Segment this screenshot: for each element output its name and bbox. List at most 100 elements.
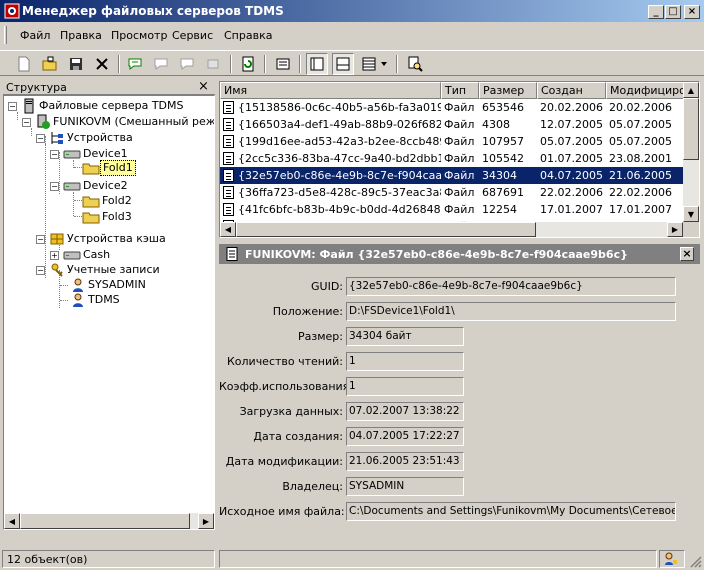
add-comment-icon[interactable] — [124, 53, 146, 75]
column-header-created[interactable]: Создан — [537, 82, 606, 99]
column-header-modified[interactable]: Модифицирова — [606, 82, 685, 99]
app-icon — [4, 3, 20, 19]
list-hscrollbar[interactable]: ◀ ▶ — [220, 222, 683, 237]
maximize-button[interactable]: □ — [665, 5, 681, 19]
file-list[interactable]: Имя Тип Размер Создан Модифицирова {1513… — [219, 81, 700, 238]
collapse-icon[interactable]: − — [36, 265, 45, 275]
tree-node-device2[interactable]: − Device2 — [50, 178, 130, 194]
file-icon — [223, 169, 234, 182]
new-icon[interactable] — [13, 53, 35, 75]
column-header-name[interactable]: Имя — [220, 82, 441, 99]
table-cell: Файл — [444, 135, 475, 148]
collapse-icon[interactable]: − — [36, 133, 45, 143]
status-bar: 12 объект(ов) — [0, 548, 704, 570]
table-row[interactable]: {2cc5c336-83ba-47cc-9a40-bd2dbb1f10e0}Фа… — [220, 150, 685, 167]
tree-node-tdms[interactable]: TDMS — [70, 292, 122, 308]
table-row[interactable]: {199d16ee-ad53-42a3-b2ee-8ccb489a0358}Фа… — [220, 133, 685, 150]
menu-view[interactable]: Просмотр — [111, 29, 167, 42]
column-header-type[interactable]: Тип — [441, 82, 479, 99]
scroll-thumb[interactable] — [20, 513, 190, 529]
table-cell: {36ffa723-d5e8-428c-89c5-37eac3a87020} — [238, 186, 441, 199]
tree-node-root[interactable]: − Файловые сервера TDMS — [8, 98, 185, 114]
expand-icon[interactable]: + — [50, 250, 59, 260]
field-label: Загрузка данных: — [239, 405, 343, 418]
table-row[interactable]: {32e57eb0-c86e-4e9b-8c7e-f904caae9b6c}Фа… — [220, 167, 685, 184]
field-value: SYSADMIN — [346, 477, 464, 496]
devices-icon — [51, 132, 63, 144]
table-cell: 20.02.2006 — [540, 101, 603, 114]
collapse-icon[interactable]: − — [8, 101, 17, 111]
menu-edit[interactable]: Правка — [60, 29, 102, 42]
table-row[interactable]: {15138586-0c6c-40b5-a56b-fa3a019bbd2f}Фа… — [220, 99, 685, 116]
detail-close-icon[interactable]: × — [680, 247, 694, 261]
detail-panel-toggle-icon[interactable] — [332, 53, 354, 75]
field-value: D:\FSDevice1\Fold1\ — [346, 302, 676, 321]
tree-node-fold2[interactable]: Fold2 — [82, 193, 134, 209]
field-value: 1 — [346, 352, 464, 371]
scroll-right-icon[interactable]: ▶ — [667, 222, 683, 237]
table-cell: 4308 — [482, 118, 510, 131]
tree-node-label: FUNIKOVM (Смешанный режим) — [53, 115, 215, 128]
field-value: 34304 байт — [346, 327, 464, 346]
file-icon — [223, 152, 234, 165]
column-header-size[interactable]: Размер — [479, 82, 537, 99]
title-bar: Менеджер файловых серверов TDMS _ □ × — [0, 0, 704, 22]
scroll-thumb[interactable] — [683, 98, 699, 160]
drive-icon — [63, 182, 81, 191]
collapse-icon[interactable]: − — [22, 117, 31, 127]
view-mode-icon[interactable] — [358, 53, 380, 75]
table-cell: 05.07.2005 — [609, 135, 672, 148]
scroll-down-icon[interactable]: ▼ — [683, 206, 699, 222]
table-cell: 34304 — [482, 169, 517, 182]
table-row[interactable]: {41fc6bfc-b83b-4b9c-b0dd-4d2684833af0}Фа… — [220, 201, 685, 218]
menu-grip[interactable] — [4, 26, 7, 44]
detail-panel: FUNIKOVM: Файл {32e57eb0-c86e-4e9b-8c7e-… — [219, 244, 700, 528]
scroll-up-icon[interactable]: ▲ — [683, 82, 699, 98]
window-title: Менеджер файловых серверов TDMS — [22, 4, 284, 18]
collapse-icon[interactable]: − — [36, 234, 45, 244]
tree-node-devices[interactable]: − Устройства — [36, 130, 135, 146]
save-icon[interactable] — [65, 53, 87, 75]
scroll-right-icon[interactable]: ▶ — [198, 513, 214, 529]
scroll-left-icon[interactable]: ◀ — [4, 513, 20, 529]
delete-icon[interactable] — [91, 53, 113, 75]
properties-icon[interactable] — [272, 53, 294, 75]
field-label: Владелец: — [282, 480, 343, 493]
tree-node-funikovm[interactable]: − FUNIKOVM (Смешанный режим) — [22, 114, 215, 130]
table-cell: Файл — [444, 186, 475, 199]
comment-icon — [150, 53, 172, 75]
status-pane-empty — [219, 550, 657, 568]
accounts-icon — [51, 263, 63, 277]
table-cell: 01.07.2005 — [540, 152, 603, 165]
tree-node-fold1[interactable]: Fold1 — [82, 160, 136, 176]
refresh-icon[interactable] — [237, 53, 259, 75]
tree-node-sysadmin[interactable]: SYSADMIN — [70, 277, 148, 293]
menu-service[interactable]: Сервис — [172, 29, 213, 42]
scroll-left-icon[interactable]: ◀ — [220, 222, 236, 237]
menu-file[interactable]: Файл — [20, 29, 50, 42]
view-mode-dropdown-icon[interactable] — [378, 53, 390, 75]
list-vscrollbar[interactable]: ▲ ▼ — [683, 82, 699, 222]
find-icon[interactable] — [404, 53, 426, 75]
tree-view[interactable]: − Файловые сервера TDMS − FUNIKOVM (Смеш… — [3, 95, 215, 530]
table-row[interactable]: {166503a4-def1-49ab-88b9-026f682819a0}Фа… — [220, 116, 685, 133]
tree-hscrollbar[interactable]: ◀ ▶ — [4, 513, 214, 529]
menu-help[interactable]: Справка — [224, 29, 272, 42]
collapse-icon[interactable]: − — [50, 149, 59, 159]
tree-panel-close-icon[interactable]: × — [198, 79, 209, 94]
tree-node-accounts[interactable]: − Учетные записи — [36, 262, 162, 278]
tree-node-cash[interactable]: + Cash — [50, 247, 112, 263]
tree-panel-toggle-icon[interactable] — [306, 53, 328, 75]
close-window-button[interactable]: × — [684, 5, 700, 19]
tree-node-label: Device2 — [83, 179, 128, 192]
tree-node-cache-devices[interactable]: − Устройства кэша — [36, 231, 168, 247]
open-icon[interactable] — [39, 53, 61, 75]
tree-node-fold3[interactable]: Fold3 — [82, 209, 134, 225]
collapse-icon[interactable]: − — [50, 181, 59, 191]
table-cell: 22.02.2006 — [540, 186, 603, 199]
resize-grip-icon[interactable] — [688, 554, 702, 568]
table-row[interactable]: {36ffa723-d5e8-428c-89c5-37eac3a87020}Фа… — [220, 184, 685, 201]
scroll-thumb[interactable] — [236, 222, 536, 237]
table-cell: 21.06.2005 — [609, 169, 672, 182]
minimize-button[interactable]: _ — [648, 5, 664, 19]
